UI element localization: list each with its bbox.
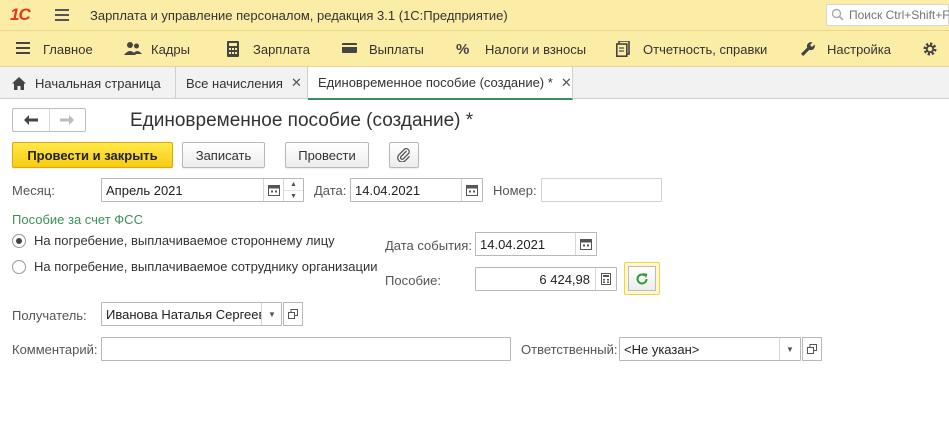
benefit-label: Пособие: [385,273,441,288]
radio-employee[interactable]: На погребение, выплачиваемое сотруднику … [12,259,377,274]
number-field[interactable] [541,178,662,202]
wallet-icon [342,41,360,57]
event-date-label: Дата события: [385,238,472,253]
calculator-icon [226,41,244,57]
reports-icon [616,40,634,57]
menu-item-salary[interactable]: Зарплата [226,31,310,67]
radio-third-party[interactable]: На погребение, выплачиваемое стороннему … [12,233,335,248]
menu-item-label: Выплаты [369,41,424,57]
recipient-field[interactable]: Иванова Наталья Сергеевна ▼ [101,302,282,326]
recipient-label: Получатель: [12,308,87,323]
chevron-down-icon[interactable]: ▼ [779,338,800,360]
search-icon [831,8,844,21]
tab-label: Все начисления [186,75,283,91]
paperclip-icon [397,148,410,162]
home-icon [12,76,26,90]
responsible-value: <Не указан> [624,342,700,357]
forward-button[interactable] [48,109,86,131]
attach-button[interactable] [389,142,419,168]
radio-button-selected[interactable] [12,233,26,248]
radio-label: На погребение, выплачиваемое стороннему … [34,233,335,248]
comment-field[interactable] [101,337,511,361]
close-icon[interactable]: ✕ [561,75,572,91]
menu-item-reports[interactable]: Отчетность, справки [616,31,767,67]
close-icon[interactable]: ✕ [291,75,302,91]
menu-item-label: Зарплата [253,41,310,57]
menu-item-label: Настройка [827,41,891,57]
post-button[interactable]: Провести [285,142,369,168]
date-label: Дата: [314,183,347,198]
date-field[interactable]: 14.04.2021 [350,178,483,202]
menu-item-settings[interactable]: Настройка [800,31,891,67]
title-bar: 1С Зарплата и управление персоналом, ред… [0,0,949,31]
app-logo[interactable]: 1С [10,5,31,25]
section-menu: Главное Кадры Зарплата Выплаты % Налоги … [0,31,949,67]
menu-item-taxes[interactable]: % Налоги и взносы [456,31,586,67]
menu-item-label: Налоги и взносы [485,41,587,57]
main-menu-icon[interactable] [55,9,69,21]
month-value: Апрель 2021 [106,183,183,198]
arrow-left-icon [23,115,38,125]
responsible-field[interactable]: <Не указан> ▼ [619,337,801,361]
fss-group-title: Пособие за счет ФСС [12,212,143,227]
refresh-icon [636,272,648,285]
recipient-value: Иванова Наталья Сергеевна [106,307,262,322]
recalculate-button[interactable] [624,262,660,295]
calculator-icon[interactable] [595,268,616,290]
radio-label: На погребение, выплачиваемое сотруднику … [34,259,378,274]
menu-item-personnel[interactable]: Кадры [124,31,190,67]
open-icon [288,309,298,319]
post-and-close-button[interactable]: Провести и закрыть [12,142,173,168]
menu-item-label: Главное [43,41,93,57]
benefit-field[interactable]: 6 424,98 [475,267,617,291]
month-stepper[interactable]: ▲ ▼ [283,179,303,201]
tab-home[interactable]: Начальная страница [0,67,176,99]
tab-bar: Начальная страница Все начисления ✕ Един… [0,67,949,100]
month-label: Месяц: [12,183,55,198]
menu-item-label: Отчетность, справки [643,41,768,57]
calendar-icon[interactable] [461,179,482,201]
menu-item-main[interactable]: Главное [16,31,93,67]
chevron-down-icon[interactable]: ▼ [261,303,282,325]
event-date-value: 14.04.2021 [480,237,546,252]
month-field[interactable]: Апрель 2021 ▲ ▼ [101,178,304,202]
back-button[interactable] [13,109,49,131]
comment-label: Комментарий: [12,342,98,357]
responsible-label: Ответственный: [521,342,618,357]
tab-all-accruals[interactable]: Все начисления ✕ [176,67,308,99]
list-icon [16,41,34,57]
app-title: Зарплата и управление персоналом, редакц… [90,8,508,23]
tab-one-time-benefit[interactable]: Единовременное пособие (создание) * ✕ [308,67,573,100]
benefit-value: 6 424,98 [539,272,590,287]
event-date-field[interactable]: 14.04.2021 [475,232,597,256]
open-responsible-button[interactable] [802,337,822,361]
radio-button[interactable] [12,259,26,274]
menu-item-label: Кадры [151,41,190,57]
wrench-icon [800,41,818,57]
search-input[interactable] [849,7,949,23]
number-label: Номер: [493,183,537,198]
calendar-icon[interactable] [575,233,596,255]
tab-label: Начальная страница [35,75,161,91]
search-box[interactable] [826,4,949,26]
gear-icon[interactable] [922,31,938,67]
arrow-right-icon [60,115,75,125]
date-value: 14.04.2021 [355,183,421,198]
save-button[interactable]: Записать [182,142,265,168]
open-icon [807,344,817,354]
tab-label: Единовременное пособие (создание) * [318,75,553,90]
chevron-down-icon[interactable]: ▼ [284,190,303,201]
percent-icon: % [456,41,470,58]
history-nav [12,108,86,132]
page-title: Единовременное пособие (создание) * [130,110,474,131]
people-icon [124,41,142,57]
open-recipient-button[interactable] [283,302,303,326]
chevron-up-icon[interactable]: ▲ [284,179,303,190]
calendar-icon[interactable] [263,179,284,201]
menu-item-payments[interactable]: Выплаты [342,31,424,67]
